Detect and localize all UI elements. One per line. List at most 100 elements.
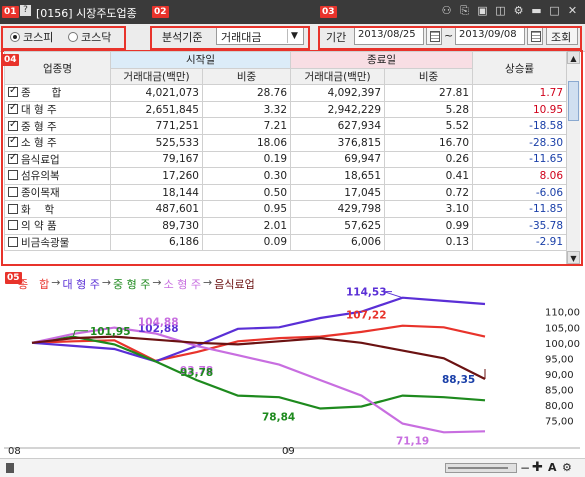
scroll-left-icon[interactable]: [6, 463, 14, 473]
cell-sector[interactable]: 종이목재: [4, 183, 111, 202]
cell-rise: -6.06: [472, 183, 568, 202]
cell-start-trade-value: 4,021,073: [110, 84, 203, 102]
zoom-out-icon[interactable]: −: [520, 461, 530, 475]
row-checkbox[interactable]: [8, 170, 18, 181]
row-checkbox[interactable]: [8, 220, 18, 231]
cell-sector[interactable]: 소 형 주: [4, 133, 111, 152]
y-tick-label: 100,00: [545, 339, 580, 350]
sector-name: 비금속광물: [21, 236, 70, 249]
cell-end-trade-value: 69,947: [290, 150, 386, 169]
badge-05: 05: [5, 272, 22, 284]
cell-rise: 8.06: [472, 167, 568, 185]
table-row[interactable]: 대 형 주 2,651,8453.322,942,2295.2810.95: [4, 100, 568, 119]
sector-name: 종 합: [21, 87, 62, 100]
cell-end-trade-value: 57,625: [290, 216, 386, 235]
table-row[interactable]: 종 합 4,021,07328.764,092,39727.811.77: [4, 84, 568, 102]
sector-name: 섬유의복: [21, 170, 60, 183]
callout-pointer: [383, 291, 403, 299]
y-tick-label: 75,00: [545, 416, 574, 427]
table-row[interactable]: 화 학 487,601 0.95 429,798 3.10 -11.85: [4, 200, 568, 218]
table-row[interactable]: 비금속광물 6,186 0.09 6,006 0.13 -2.91: [4, 233, 568, 252]
cell-end-ratio: 0.41: [384, 167, 474, 185]
cell-end-trade-value: 6,006: [290, 233, 386, 252]
header-start-trade-value: 거래대금(백만): [110, 67, 203, 86]
sector-table: 업종명 시작일 종료일 상승률 거래대금(백만) 비중 거래대금(백만) 비중 …: [4, 50, 568, 252]
cell-end-trade-value: 429,798: [290, 200, 386, 218]
cell-start-trade-value: 6,186: [110, 233, 203, 252]
cell-start-ratio: 28.76: [201, 84, 292, 102]
cell-start-trade-value: 771,251: [110, 117, 203, 135]
cell-start-ratio: 18.06: [201, 133, 292, 152]
scroll-thumb[interactable]: [568, 81, 579, 121]
row-checkbox[interactable]: [8, 236, 18, 247]
x-tick-label: 09: [282, 446, 295, 457]
title-bar: 01 ? [0156] 시장주도업종 02 03 ⚇ ⎘ ▣ ◫ ⚙ ▬ □ ✕: [0, 0, 585, 24]
font-icon[interactable]: A: [548, 461, 557, 474]
annotation-box-01: [1, 26, 126, 50]
table-row[interactable]: 의 약 품 89,730 2.01 57,625 0.99 -35.78: [4, 216, 568, 235]
cell-start-ratio: 0.30: [201, 167, 292, 185]
zoom-in-icon[interactable]: ✚: [532, 460, 543, 475]
callout-label-medium-high: 101,95: [90, 326, 131, 338]
cell-start-ratio: 2.01: [201, 216, 292, 235]
cell-start-ratio: 7.21: [201, 117, 292, 135]
header-start-ratio: 비중: [201, 67, 292, 86]
minimize-icon[interactable]: ▬: [530, 4, 543, 17]
row-checkbox[interactable]: [8, 135, 18, 148]
header-start-date: 시작일: [109, 51, 292, 69]
cell-rise: -11.85: [472, 200, 568, 218]
row-checkbox[interactable]: [8, 152, 18, 164]
cell-sector[interactable]: 의 약 품: [4, 216, 111, 235]
badge-01: 01: [2, 6, 19, 18]
scroll-down-icon[interactable]: ▼: [567, 251, 580, 264]
header-end-trade-value: 거래대금(백만): [290, 67, 386, 86]
settings-icon[interactable]: ⚙: [512, 4, 525, 17]
cell-end-ratio: 5.28: [384, 100, 474, 119]
cell-sector[interactable]: 섬유의복: [4, 167, 111, 185]
callout-label-medium-low: 93,78: [180, 367, 213, 379]
row-checkbox[interactable]: [8, 102, 18, 115]
chart-settings-icon[interactable]: ⚙: [562, 461, 572, 474]
screen-icon[interactable]: ◫: [494, 4, 507, 17]
cell-sector[interactable]: 종 합: [4, 84, 111, 102]
cell-sector[interactable]: 비금속광물: [4, 233, 111, 252]
save-icon[interactable]: ▣: [476, 4, 489, 17]
cell-sector[interactable]: 화 학: [4, 200, 111, 218]
cell-end-trade-value: 376,815: [290, 133, 386, 152]
table-row[interactable]: 섬유의복 17,260 0.30 18,651 0.41 8.06: [4, 167, 568, 185]
table-row[interactable]: 중 형 주 771,2517.21627,9345.52-18.58: [4, 117, 568, 135]
callout-label-small-min: 71,19: [396, 435, 429, 447]
cell-end-trade-value: 4,092,397: [290, 84, 386, 102]
help-icon[interactable]: ?: [20, 5, 31, 16]
zoom-slider[interactable]: [445, 463, 517, 473]
annotation-box-02: [150, 26, 310, 50]
annotation-box-03: [318, 26, 582, 50]
badge-04: 04: [2, 54, 19, 66]
cell-sector[interactable]: 음식료업: [4, 150, 111, 169]
cell-rise: -35.78: [472, 216, 568, 235]
chart-plot: 08 09 110,00 105,00 100,00 95,00 90,00 85,00 80,…: [4, 287, 580, 457]
cell-sector[interactable]: 대 형 주: [4, 100, 111, 119]
link-icon[interactable]: ⚇: [440, 4, 453, 17]
row-checkbox[interactable]: [8, 86, 18, 98]
table-row[interactable]: 음식료업 79,1670.1969,9470.26-11.65: [4, 150, 568, 169]
cell-start-trade-value: 79,167: [110, 150, 203, 169]
table-row[interactable]: 소 형 주 525,53318.06376,81516.70-28.30: [4, 133, 568, 152]
callout-label-total-max: 107,22: [346, 309, 387, 321]
cell-rise: -18.58: [472, 117, 568, 135]
close-icon[interactable]: ✕: [566, 4, 579, 17]
badge-02-top: 02: [152, 6, 169, 18]
copy-icon[interactable]: ⎘: [458, 4, 471, 17]
row-checkbox[interactable]: [8, 187, 18, 198]
header-sector: 업종명: [4, 50, 111, 86]
sector-name: 음식료업: [21, 153, 60, 166]
table-scrollbar[interactable]: ▲ ▼: [566, 51, 580, 264]
cell-end-trade-value: 627,934: [290, 117, 386, 135]
scroll-up-icon[interactable]: ▲: [567, 51, 580, 64]
maximize-icon[interactable]: □: [548, 4, 561, 17]
table-row[interactable]: 종이목재 18,144 0.50 17,045 0.72 -6.06: [4, 183, 568, 202]
row-checkbox[interactable]: [8, 119, 18, 131]
cell-sector[interactable]: 중 형 주: [4, 117, 111, 135]
cell-end-ratio: 0.26: [384, 150, 474, 169]
row-checkbox[interactable]: [8, 203, 18, 214]
